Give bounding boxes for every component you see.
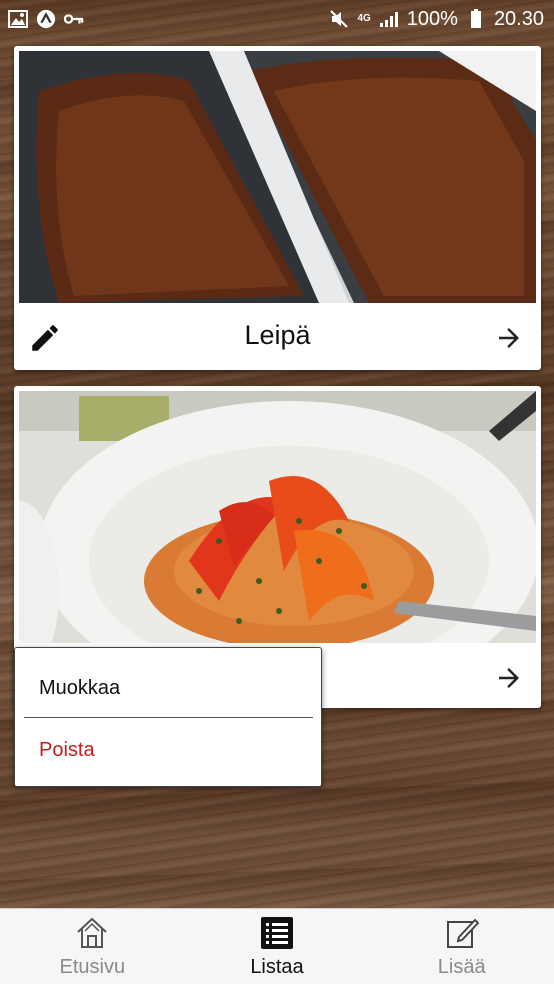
arrow-right-icon[interactable]	[491, 320, 527, 356]
nav-item-add[interactable]: Lisää	[369, 909, 554, 984]
menu-divider	[24, 717, 313, 718]
recipe-card[interactable]: Leipä	[14, 46, 541, 370]
nav-item-list[interactable]: Listaa	[185, 909, 370, 984]
mute-icon	[329, 9, 349, 29]
key-icon	[64, 9, 84, 29]
home-icon	[74, 915, 110, 951]
edit-pencil-icon[interactable]	[26, 319, 64, 357]
context-menu: Muokkaa Poista	[14, 647, 322, 787]
nav-label-list: Listaa	[250, 956, 304, 978]
network-type: 4G	[357, 13, 371, 24]
app-logo-icon	[36, 9, 56, 29]
status-right: 4G 100% 20.30	[329, 8, 544, 31]
add-note-icon	[444, 915, 480, 951]
bottom-navigation: Etusivu Listaa Lisää	[0, 908, 554, 984]
recipe-image-bread[interactable]	[19, 51, 536, 303]
gallery-icon	[8, 9, 28, 29]
signal-icon	[379, 9, 399, 29]
nav-label-add: Lisää	[437, 956, 486, 978]
status-left	[8, 9, 84, 29]
nav-label-home: Etusivu	[59, 956, 126, 978]
menu-item-edit[interactable]: Muokkaa	[39, 677, 120, 700]
recipe-image-pasta[interactable]	[19, 391, 536, 643]
status-bar: 4G 100% 20.30	[0, 0, 554, 38]
battery-percent: 100%	[406, 7, 458, 30]
recipe-title[interactable]: Leipä	[244, 320, 310, 351]
arrow-right-icon[interactable]	[491, 660, 527, 696]
list-icon	[259, 915, 295, 951]
menu-item-delete[interactable]: Poista	[39, 739, 95, 762]
clock: 20.30	[493, 7, 544, 30]
nav-item-home[interactable]: Etusivu	[0, 909, 185, 984]
battery-icon	[466, 9, 486, 29]
recipe-card-footer: Leipä	[14, 303, 541, 368]
